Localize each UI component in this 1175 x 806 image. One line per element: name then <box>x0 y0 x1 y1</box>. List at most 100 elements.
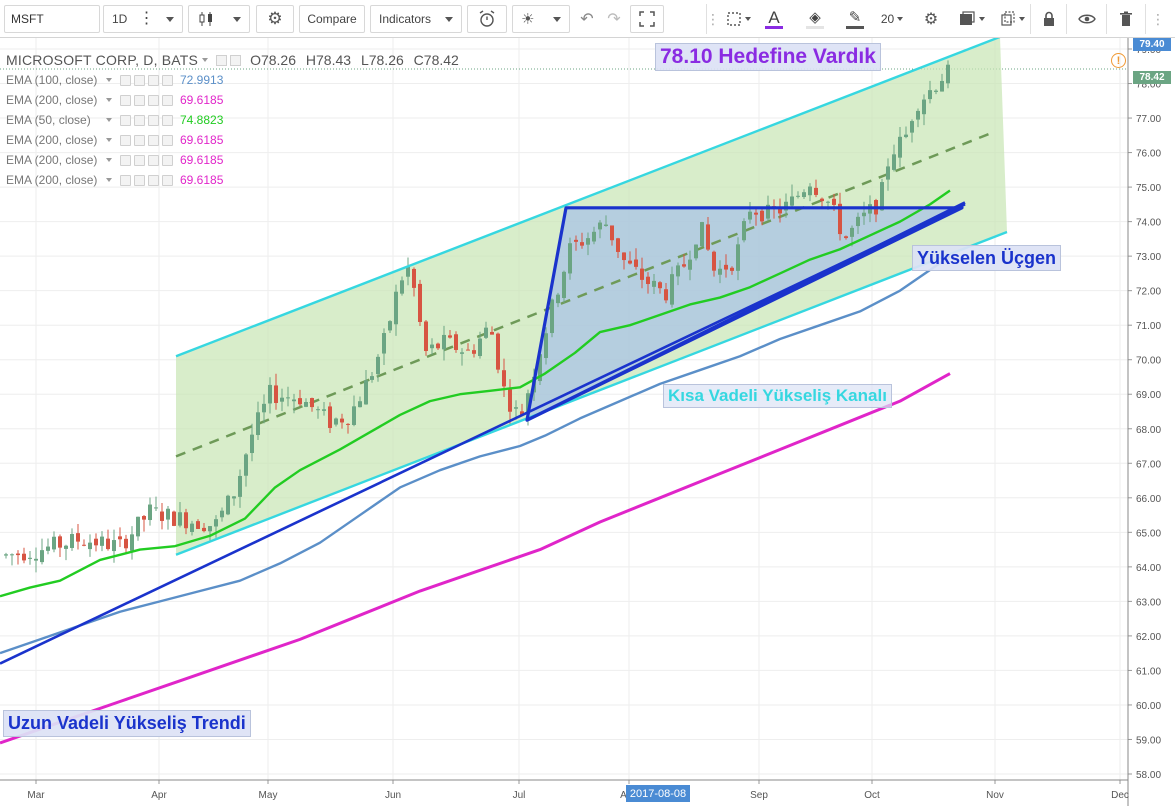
settings-button[interactable]: ⚙ <box>256 5 294 33</box>
eye-icon[interactable] <box>120 134 131 146</box>
candle-body <box>70 534 74 548</box>
theme-button[interactable]: ☀ <box>512 5 570 33</box>
line-color-button[interactable]: ✎ <box>840 5 870 33</box>
candle-body <box>646 276 650 285</box>
eye-icon[interactable] <box>120 114 131 126</box>
indicator-legend-row[interactable]: EMA (200, close) 69.6185 <box>6 150 465 170</box>
target-reached-label[interactable]: 78.10 Hedefine Vardık <box>655 43 881 71</box>
candle-body <box>160 511 164 521</box>
gear-icon[interactable] <box>230 54 242 66</box>
price-axis[interactable]: 58.00 59.00 60.00 61.00 62.00 63.00 64.00 65.00… <box>1127 38 1161 806</box>
ascending-triangle-label[interactable]: Yükselen Üçgen <box>912 245 1062 271</box>
gear-icon[interactable] <box>134 154 145 166</box>
plus-icon[interactable] <box>148 74 159 86</box>
warning-icon[interactable]: ! <box>1111 53 1126 68</box>
candle-body <box>508 389 512 412</box>
candle-body <box>46 546 50 551</box>
plus-icon[interactable] <box>148 174 159 186</box>
clone-button[interactable] <box>996 5 1028 33</box>
candles-icon <box>199 12 212 26</box>
chevron-down-icon[interactable] <box>106 78 112 82</box>
indicator-name: EMA (200, close) <box>6 153 98 167</box>
y-tick-label: 63.00 <box>1136 597 1161 608</box>
gear-icon[interactable] <box>134 174 145 186</box>
drawing-settings-button[interactable]: ⚙ <box>917 5 945 33</box>
trash-icon <box>1120 11 1132 26</box>
candle-body <box>154 507 158 509</box>
last-price-tag: 78.42 <box>1133 71 1171 84</box>
chevron-down-icon[interactable] <box>106 118 112 122</box>
drag-handle[interactable]: ⋮ <box>706 5 720 33</box>
gear-icon[interactable] <box>134 114 145 126</box>
alert-button[interactable] <box>467 5 507 33</box>
candle-body <box>682 264 686 267</box>
interval-dropdown[interactable]: 1D ⋮ <box>103 5 183 33</box>
close-icon[interactable] <box>162 94 173 106</box>
plus-icon[interactable] <box>148 114 159 126</box>
y-tick-label: 72.00 <box>1136 287 1161 298</box>
chevron-down-icon[interactable] <box>106 178 112 182</box>
indicator-legend-row[interactable]: EMA (100, close) 72.9913 <box>6 70 465 90</box>
compare-button[interactable]: Compare <box>299 5 365 33</box>
candle-body <box>382 333 386 354</box>
eye-icon[interactable] <box>120 94 131 106</box>
eye-icon[interactable] <box>120 174 131 186</box>
toolbar-separator <box>1030 4 1031 34</box>
candle-body <box>676 265 680 277</box>
indicators-button[interactable]: Indicators <box>370 5 462 33</box>
close-icon[interactable] <box>162 154 173 166</box>
fullscreen-button[interactable] <box>630 5 664 33</box>
plus-icon[interactable] <box>148 134 159 146</box>
candle-body <box>640 268 644 280</box>
short-term-channel-label[interactable]: Kısa Vadeli Yükseliş Kanalı <box>663 384 892 408</box>
plus-icon[interactable] <box>148 154 159 166</box>
fill-color-button[interactable]: ◈ <box>800 5 830 33</box>
candle-body <box>478 338 482 357</box>
indicator-legend-row[interactable]: EMA (200, close) 69.6185 <box>6 90 465 110</box>
candle-body <box>586 238 590 245</box>
candle-body <box>898 136 902 158</box>
text-color-button[interactable]: A <box>760 5 788 33</box>
candle-body <box>904 134 908 138</box>
font-size-dropdown[interactable]: 20 <box>876 5 908 33</box>
indicator-legend-row[interactable]: EMA (200, close) 69.6185 <box>6 170 465 190</box>
time-axis[interactable]: MarAprMayJunJulAugSepOctNovDec <box>0 779 1129 801</box>
candle-body <box>826 201 830 203</box>
eye-icon[interactable] <box>120 154 131 166</box>
indicator-legend-row[interactable]: EMA (200, close) 69.6185 <box>6 130 465 150</box>
long-term-trend-label[interactable]: Uzun Vadeli Yükseliş Trendi <box>3 710 251 737</box>
gear-icon[interactable] <box>134 94 145 106</box>
close-icon[interactable] <box>162 134 173 146</box>
indicator-value: 72.9913 <box>180 73 224 87</box>
lock-button[interactable] <box>1036 5 1062 33</box>
delete-button[interactable] <box>1112 5 1140 33</box>
indicator-legend-row[interactable]: EMA (50, close) 74.8823 <box>6 110 465 130</box>
candle-body <box>490 331 494 335</box>
gear-icon[interactable] <box>134 134 145 146</box>
candle-body <box>574 239 578 242</box>
candle-body <box>310 398 314 408</box>
eye-icon[interactable] <box>216 54 228 66</box>
chevron-down-icon[interactable] <box>106 158 112 162</box>
chevron-down-icon[interactable] <box>202 58 209 62</box>
close-icon[interactable] <box>162 74 173 86</box>
candle-body <box>466 349 470 351</box>
candle-body <box>700 222 704 247</box>
visibility-button[interactable] <box>1072 5 1102 33</box>
close-icon[interactable] <box>162 114 173 126</box>
gear-icon[interactable] <box>134 74 145 86</box>
chart-pane[interactable]: 58.00 59.00 60.00 61.00 62.00 63.00 64.00 65.00… <box>0 38 1175 806</box>
eye-icon[interactable] <box>120 74 131 86</box>
redo-button[interactable]: ↷ <box>601 5 627 33</box>
undo-button[interactable]: ↶ <box>574 5 600 33</box>
candle-body <box>664 289 668 301</box>
close-icon[interactable] <box>162 174 173 186</box>
visual-order-button[interactable] <box>952 5 990 33</box>
selection-tool-button[interactable] <box>722 5 754 33</box>
plus-icon[interactable] <box>148 94 159 106</box>
chart-style-button[interactable] <box>188 5 250 33</box>
symbol-search-input[interactable]: MSFT <box>4 5 100 33</box>
chevron-down-icon[interactable] <box>106 98 112 102</box>
chevron-down-icon[interactable] <box>106 138 112 142</box>
drag-handle[interactable]: ⋮ <box>1150 5 1166 33</box>
